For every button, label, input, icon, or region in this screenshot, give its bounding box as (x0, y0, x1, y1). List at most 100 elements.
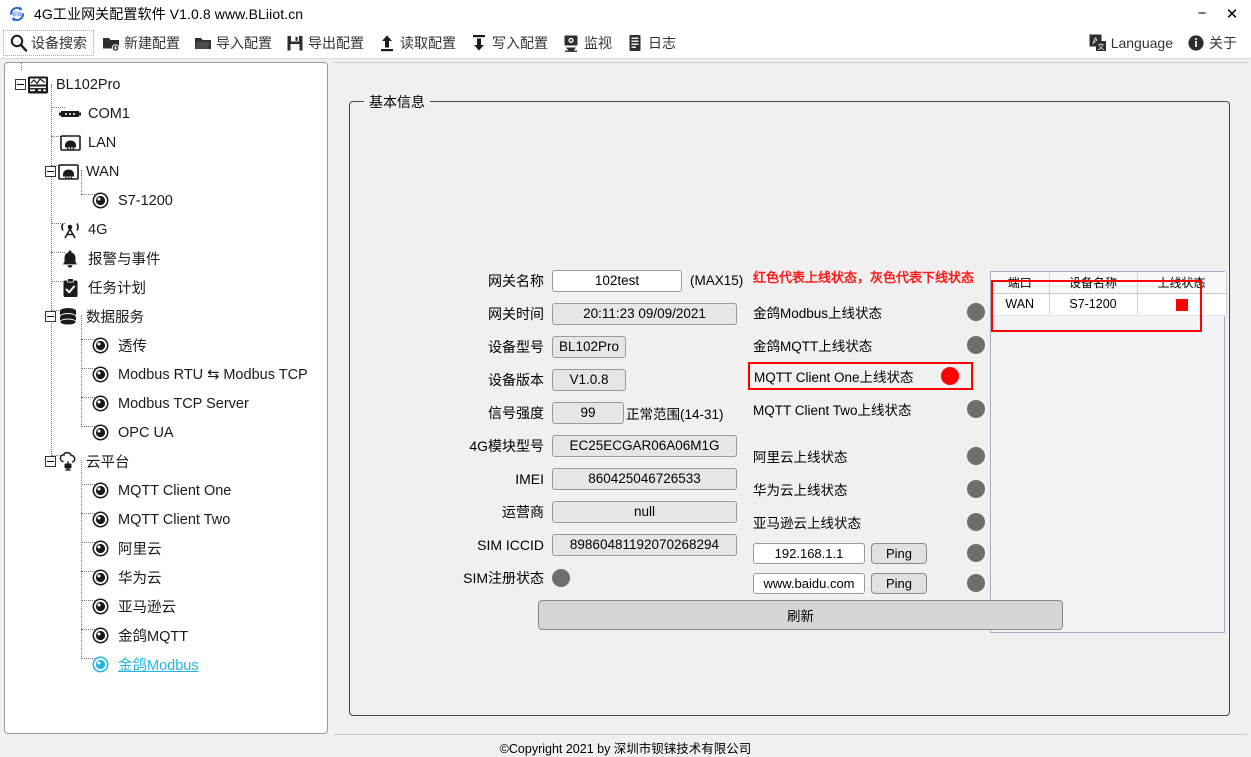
table-header-online-status: 上线状态 (1137, 272, 1227, 294)
sidebar-item-15[interactable]: MQTT Client Two (5, 505, 327, 534)
toolbar: 设备搜索 新建配置 导入配置 导出配置 读取配置 写入配置 监视 日志 A 文 … (0, 27, 1251, 59)
serial-port-icon (58, 103, 82, 125)
sidebar-item-9[interactable]: 透传 (5, 331, 327, 360)
toolbar-about-button[interactable]: 关于 (1182, 30, 1243, 56)
sidebar-item-label: WAN (86, 163, 120, 180)
field-suffix-label: (MAX15) (690, 273, 744, 288)
node-circle-icon (88, 393, 112, 415)
sidebar-item-20[interactable]: 金鸽Modbus (5, 650, 327, 679)
toolbar-read-config-button[interactable]: 读取配置 (373, 30, 462, 56)
toolbar-new-config-label: 新建配置 (124, 34, 180, 51)
form-row-4: 信号强度 99 正常范围(14-31) (462, 399, 752, 426)
sidebar-item-16[interactable]: 阿里云 (5, 534, 327, 563)
antenna-signal-icon (58, 219, 82, 241)
database-icon (56, 306, 80, 328)
ping-address-input[interactable]: www.baidu.com (753, 572, 865, 594)
device-gateway-icon (26, 74, 50, 96)
cloud-platform-icon (56, 451, 80, 473)
tree-collapse-toggle-icon[interactable] (45, 456, 56, 467)
close-button[interactable]: ✕ (1217, 0, 1251, 27)
cell-device-name: S7-1200 (1049, 293, 1138, 316)
tree-collapse-toggle-icon[interactable] (15, 79, 26, 90)
field-suffix-label: 正常范围(14-31) (626, 406, 724, 422)
sidebar-item-label: 透传 (118, 339, 147, 355)
form-row-8: SIM ICCID 89860481192070268294 (462, 531, 752, 558)
form-row-7: 运营商 null (462, 498, 752, 525)
info-circle-icon (1186, 33, 1206, 53)
toolbar-device-search-button[interactable]: 设备搜索 (3, 29, 94, 56)
sidebar-item-0[interactable]: BL102Pro (5, 70, 327, 99)
table-row[interactable]: WAN S7-1200 (991, 293, 1227, 316)
sidebar-item-3[interactable]: WAN (5, 157, 327, 186)
toolbar-language-button[interactable]: A文 Language (1084, 30, 1179, 56)
sidebar-item-14[interactable]: MQTT Client One (5, 476, 327, 505)
ethernet-port-icon (56, 161, 80, 183)
sidebar-item-13[interactable]: 云平台 (5, 447, 327, 476)
field-label: SIM ICCID (477, 536, 544, 553)
toolbar-monitor-button[interactable]: 监视 (557, 30, 618, 56)
status-row-label: 金鸽MQTT上线状态 (753, 338, 873, 354)
tree-collapse-toggle-icon[interactable] (45, 166, 56, 177)
copyright-text: ©Copyright 2021 by 深圳市钡铼技术有限公司 (499, 742, 752, 756)
sidebar-item-5[interactable]: 4G (5, 215, 327, 244)
sidebar-item-label: 金鸽Modbus (118, 658, 199, 674)
status-row-5: 华为云上线状态 (753, 472, 993, 505)
sidebar-item-label: Modbus TCP Server (118, 395, 249, 412)
status-row-0: 金鸽Modbus上线状态 (753, 295, 993, 328)
refresh-button[interactable]: 刷新 (538, 600, 1063, 630)
monitor-icon (561, 33, 581, 53)
toolbar-about-label: 关于 (1209, 34, 1237, 51)
toolbar-language-label: Language (1110, 34, 1173, 51)
field-value-input: 99 (552, 401, 624, 424)
sidebar-item-label: 任务计划 (88, 281, 146, 297)
toolbar-export-config-button[interactable]: 导出配置 (281, 30, 370, 56)
status-row-label: MQTT Client Two上线状态 (753, 402, 912, 418)
field-value-input[interactable]: 102test (552, 269, 682, 292)
tree-collapse-toggle-icon[interactable] (45, 311, 56, 322)
sidebar-item-7[interactable]: 任务计划 (5, 273, 327, 302)
sidebar-item-6[interactable]: 报警与事件 (5, 244, 327, 273)
status-row-6: 亚马逊云上线状态 (753, 505, 993, 538)
toolbar-write-config-button[interactable]: 写入配置 (465, 30, 554, 56)
ping-button[interactable]: Ping (871, 542, 927, 564)
footer-separator (334, 734, 1247, 735)
sidebar-item-4[interactable]: S7-1200 (5, 186, 327, 215)
field-value-input: null (552, 500, 737, 523)
sidebar-item-18[interactable]: 亚马逊云 (5, 592, 327, 621)
sidebar-item-10[interactable]: Modbus RTU ⇆ Modbus TCP (5, 360, 327, 389)
status-indicator-dot (967, 335, 985, 354)
toolbar-new-config-button[interactable]: 新建配置 (97, 30, 186, 56)
sidebar-item-label: 阿里云 (118, 542, 162, 558)
ping-button[interactable]: Ping (871, 572, 927, 594)
search-icon (8, 33, 28, 53)
sidebar-item-label: OPC UA (118, 424, 174, 441)
sidebar-item-label: BL102Pro (56, 76, 121, 93)
sidebar-tree-panel[interactable]: BL102Pro COM1 LAN WAN S7-1200 4G 报警与事件任务计划数据服务… (4, 62, 328, 734)
toolbar-export-config-label: 导出配置 (308, 34, 364, 51)
field-value-input: BL102Pro (552, 335, 626, 358)
status-row-label: 亚马逊云上线状态 (753, 515, 861, 531)
tree-line-cloud-children (81, 460, 82, 657)
node-circle-icon (88, 654, 112, 676)
sidebar-item-1[interactable]: COM1 (5, 99, 327, 128)
toolbar-log-button[interactable]: 日志 (621, 30, 682, 56)
ping-address-input[interactable]: 192.168.1.1 (753, 542, 865, 564)
sidebar-item-12[interactable]: OPC UA (5, 418, 327, 447)
sidebar-item-11[interactable]: Modbus TCP Server (5, 389, 327, 418)
language-icon: A文 (1088, 33, 1108, 53)
status-indicator-dot (967, 302, 985, 321)
status-indicator-dot (967, 399, 985, 418)
sim-registration-row: SIM注册状态 (462, 564, 752, 591)
minimize-button[interactable]: − (1187, 0, 1217, 27)
sidebar-item-17[interactable]: 华为云 (5, 563, 327, 592)
node-circle-icon (88, 625, 112, 647)
sidebar-item-label: 金鸽MQTT (118, 629, 189, 645)
sidebar-item-label: 华为云 (118, 571, 162, 587)
node-circle-icon (88, 364, 112, 386)
sidebar-item-2[interactable]: LAN (5, 128, 327, 157)
sidebar-item-8[interactable]: 数据服务 (5, 302, 327, 331)
application-window: 钡铼 4G工业网关配置软件 V1.0.8 www.BLiiot.cn − ✕ 设… (0, 0, 1251, 757)
sidebar-item-19[interactable]: 金鸽MQTT (5, 621, 327, 650)
status-row-4: 阿里云上线状态 (753, 439, 993, 472)
toolbar-import-config-button[interactable]: 导入配置 (189, 30, 278, 56)
